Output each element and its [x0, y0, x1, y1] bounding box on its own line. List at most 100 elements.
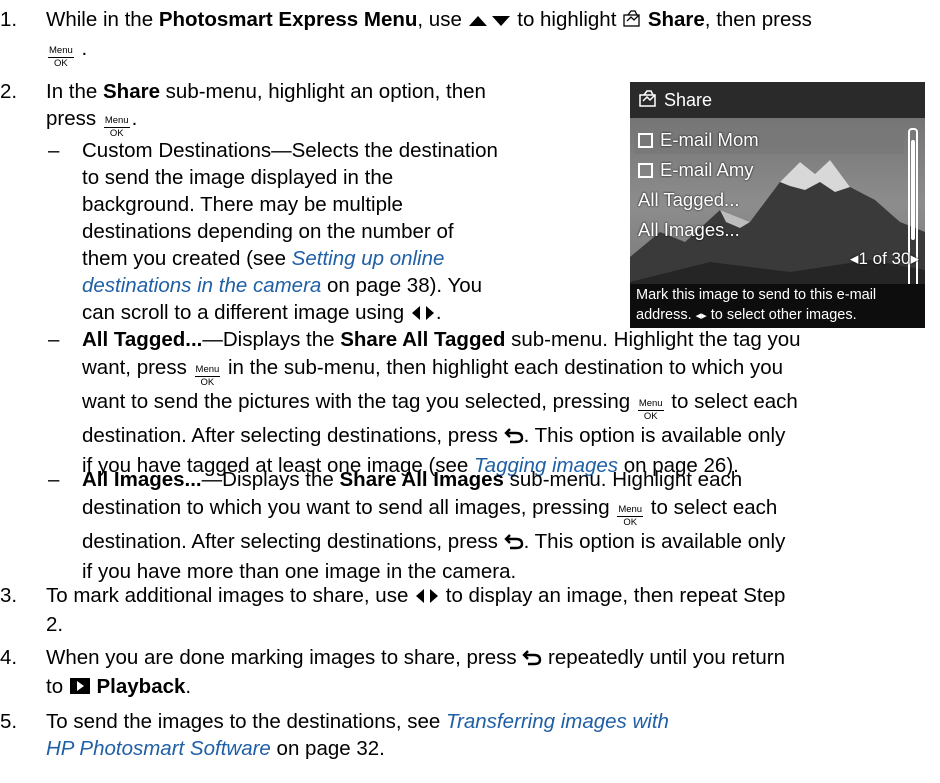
up-down-arrow-icon — [468, 8, 512, 35]
step-4: 4. When you are done marking images to s… — [0, 644, 932, 700]
menu-item-all-tagged[interactable]: All Tagged... — [634, 186, 904, 214]
text-run: press — [46, 107, 102, 130]
scrollbar-thumb[interactable] — [911, 140, 915, 240]
menu-option-share: Share — [647, 8, 705, 31]
back-arrow-icon — [522, 646, 542, 673]
text-run: . This option is available only — [523, 424, 786, 447]
text-run: —Displays the — [201, 468, 340, 491]
bullet-dash: – — [48, 468, 60, 491]
text-run: on page 32. — [270, 737, 385, 760]
share-icon — [639, 90, 656, 107]
menu-option-playback: Playback — [96, 675, 186, 698]
link-setting-up-online-destinations[interactable]: destinations in the camera — [82, 274, 321, 297]
bullet-dash: – — [48, 139, 60, 162]
text-run: want, press — [82, 356, 193, 379]
text-run: on page 38). You — [321, 274, 483, 297]
help-text: Mark this image to send to this e-mail a… — [636, 286, 921, 326]
text-run: if you have more than one image in the c… — [82, 560, 517, 583]
text-run: in the sub-menu, then highlight each des… — [222, 356, 783, 379]
bullet-dash: – — [48, 328, 60, 351]
ok-label: OK — [643, 411, 658, 422]
text-run: destination to which you want to send al… — [82, 496, 616, 519]
option-name: All Tagged... — [82, 328, 203, 351]
menu-ok-button-icon: Menu OK — [103, 115, 130, 139]
text-run: . — [131, 107, 138, 130]
text-run: Custom Destinations—Selects the destinat… — [82, 139, 498, 162]
option-text: All Tagged...—Displays the Share All Tag… — [82, 326, 928, 480]
link-setting-up-online-destinations[interactable]: Setting up online — [292, 247, 445, 270]
ok-label: OK — [54, 58, 68, 69]
menu-item-label: All Images... — [638, 219, 740, 240]
option-all-images: – All Images...—Displays the Share All I… — [48, 466, 928, 583]
link-transferring-images[interactable]: HP Photosmart Software — [46, 737, 271, 760]
text-run: While in the — [46, 8, 159, 31]
left-right-arrow-icon — [410, 301, 436, 328]
screen-title-bar: Share — [630, 82, 925, 118]
text-run: background. There may be multiple — [82, 193, 403, 216]
menu-label: Menu — [103, 115, 130, 128]
step-text: To send the images to the destinations, … — [46, 708, 932, 762]
text-run: 2. — [46, 613, 64, 636]
playback-icon — [69, 675, 91, 702]
step-3: 3. To mark additional images to share, u… — [0, 582, 932, 638]
text-run: . — [185, 675, 192, 698]
text-run: To mark additional images to share, use — [46, 584, 415, 607]
step-text: To mark additional images to share, use … — [46, 582, 932, 638]
menu-item-label: All Tagged... — [638, 189, 740, 210]
menu-label: Menu — [617, 504, 644, 517]
checkbox-icon[interactable] — [638, 133, 653, 148]
text-run: to select each — [645, 496, 778, 519]
menu-item-email-amy[interactable]: E-mail Amy — [634, 156, 904, 184]
text-run: them you created (see — [82, 247, 292, 270]
menu-label: Menu — [637, 398, 664, 411]
menu-item-label: E-mail Amy — [660, 159, 754, 180]
text-run: can scroll to a different image using — [82, 301, 410, 324]
ok-label: OK — [200, 377, 215, 388]
link-transferring-images[interactable]: Transferring images with — [446, 710, 669, 733]
menu-item-email-mom[interactable]: E-mail Mom — [634, 126, 904, 154]
option-all-tagged: – All Tagged...—Displays the Share All T… — [48, 326, 928, 477]
text-run: To send the images to the destinations, … — [46, 710, 447, 733]
step-text: In the Share sub-menu, highlight an opti… — [46, 78, 606, 139]
text-run: destination. After selecting destination… — [82, 530, 504, 553]
step-number: 3. — [0, 584, 18, 607]
camera-share-screen: Share E-mail Mom E-mail Amy All Tagged..… — [630, 82, 925, 328]
right-arrow-icon: ▸ — [910, 249, 919, 268]
menu-item-all-images[interactable]: All Images... — [634, 216, 904, 244]
menu-ok-button-icon: Menu OK — [617, 504, 644, 528]
screen-title: Share — [664, 90, 713, 110]
text-run: —Displays the — [202, 328, 341, 351]
text-run: When you are done marking images to shar… — [46, 646, 523, 669]
text-run: . This option is available only — [523, 530, 786, 553]
text-run: , then press — [704, 8, 812, 31]
option-text: Custom Destinations—Selects the destinat… — [82, 137, 618, 328]
option-text: All Images...—Displays the Share All Ima… — [82, 466, 928, 586]
step-1: 1. While in the Photosmart Express Menu,… — [0, 6, 932, 69]
menu-ok-button-icon: Menu OK — [48, 46, 74, 69]
share-icon — [622, 8, 642, 35]
text-run: sub-menu. Highlight the tag you — [505, 328, 801, 351]
text-run: repeatedly until you return — [542, 646, 786, 669]
left-right-arrow-icon: ◂▸ — [695, 309, 707, 322]
left-right-arrow-icon — [414, 584, 440, 611]
text-run: sub-menu. Highlight each — [503, 468, 743, 491]
text-run: to display an image, then repeat Step — [440, 584, 786, 607]
menu-ok-button-icon: Menu OK — [637, 398, 664, 422]
menu-name: Share — [103, 80, 160, 103]
text-run: to select each — [665, 390, 798, 413]
image-counter: ◂1 of 30▸ — [850, 248, 919, 270]
help-bar: Mark this image to send to this e-mail a… — [630, 284, 925, 328]
checkbox-icon[interactable] — [638, 163, 653, 178]
submenu-name: Share All Tagged — [340, 328, 506, 351]
text-run: to — [46, 675, 69, 698]
back-arrow-icon — [503, 530, 524, 558]
text-run: In the — [46, 80, 103, 103]
menu-name: Photosmart Express Menu — [158, 8, 418, 31]
ok-label: OK — [623, 517, 638, 528]
menu-item-label: E-mail Mom — [660, 129, 759, 150]
step-number: 2. — [0, 80, 18, 103]
help-line: Mark this image to send to this e-mail — [636, 287, 877, 303]
help-line: to select other images. — [706, 306, 857, 323]
step-text: When you are done marking images to shar… — [46, 644, 932, 702]
text-run: , use — [417, 8, 468, 31]
